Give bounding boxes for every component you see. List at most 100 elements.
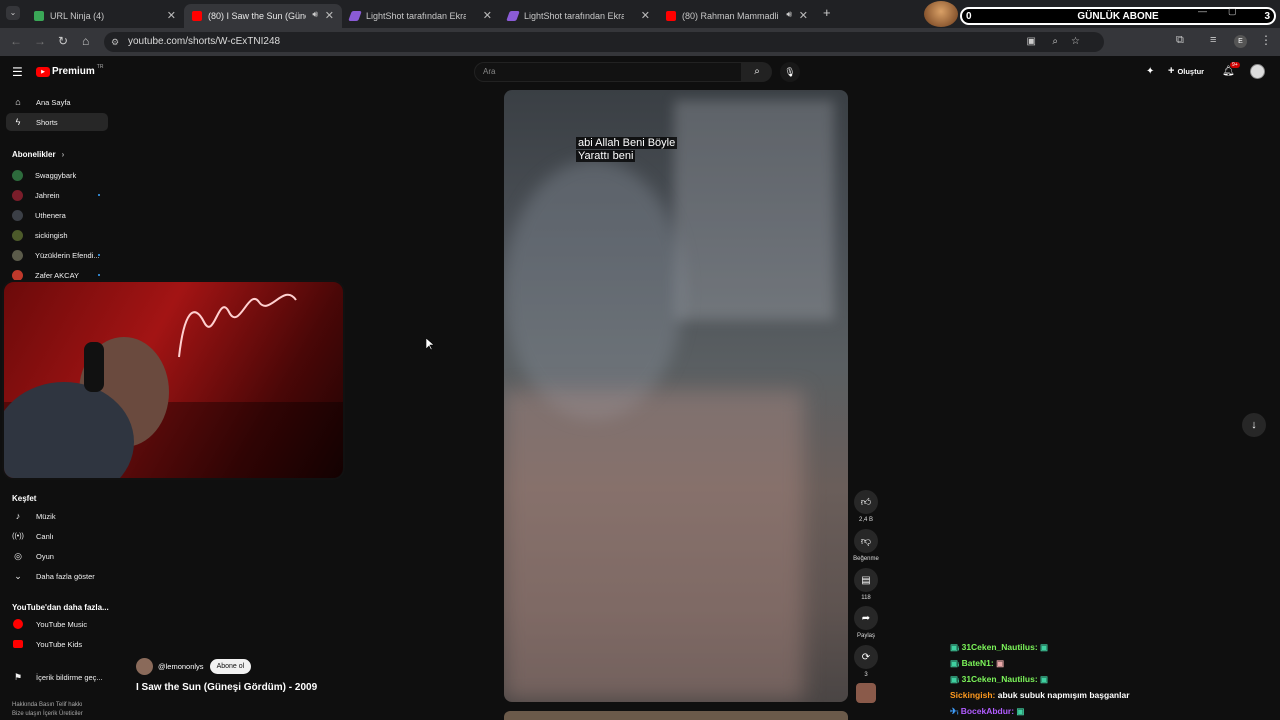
reload-icon[interactable]: ↻ [58, 34, 68, 48]
zoom-icon[interactable]: ⌕ [1052, 32, 1058, 52]
remix-action[interactable]: ⟳ 3 [852, 645, 880, 678]
dislike-action[interactable]: 👎︎ Beğenme [852, 529, 880, 562]
sidebar-item-shorts[interactable]: ϟ Shorts [6, 113, 108, 131]
tab-list-chevron-icon[interactable]: ⌄ [6, 6, 20, 20]
arrow-down-icon: ↓ [1251, 419, 1257, 431]
media-control-icon[interactable]: ≡ [1210, 34, 1216, 46]
sidebar-sub-sickingish[interactable]: sickingish [6, 226, 108, 244]
sidebar-item-label: Zafer AKCAY [35, 270, 80, 280]
region-code: TR [96, 63, 104, 70]
youtube-play-logo-icon: ▶ [36, 66, 50, 77]
shorts-icon: ϟ [15, 117, 21, 127]
video-subtitle: abi Allah Beni Böyle Yarattı beni [576, 137, 678, 163]
thumbs-down-icon[interactable]: 👎︎ [854, 529, 878, 553]
speaker-icon[interactable]: 🔊︎ [312, 9, 318, 20]
tab-url-ninja[interactable]: URL Ninja (4) ✕ [26, 4, 184, 28]
omnibox[interactable]: ⚙ youtube.com/shorts/W-cExTNI248 ▣ ⌕ ☆ [104, 32, 1104, 52]
share-arrow-icon[interactable]: ➦ [854, 606, 878, 630]
sidebar-item-label: Daha fazla göster [36, 571, 95, 581]
minimize-icon[interactable]: — [1198, 6, 1207, 16]
sidebar-item-home[interactable]: ⌂ Ana Sayfa [6, 93, 108, 111]
chat-username: BocekAbdur: [960, 706, 1015, 716]
like-action[interactable]: 👍︎ 2,4 B [852, 490, 880, 523]
sidebar-item-label: İçerik bildirme geç... [36, 672, 103, 682]
tab-rahman-mammadli[interactable]: (80) Rahman Mammadli - Diwan 🔊︎ ✕ [658, 4, 816, 28]
lightshot-favicon-icon [348, 11, 362, 21]
sidebar-item-live[interactable]: ((•)) Canlı [6, 527, 108, 545]
site-settings-icon[interactable]: ⚙ [111, 32, 119, 52]
video-title[interactable]: I Saw the Sun (Güneşi Gördüm) - 2009 [136, 682, 317, 693]
new-tab-plus-icon[interactable]: + [823, 5, 831, 20]
bookmark-star-icon[interactable]: ☆ [1071, 32, 1080, 52]
maximize-icon[interactable]: ▢ [1228, 6, 1237, 17]
footer-links-2[interactable]: Bize ulaşın İçerik Üreticiler [12, 711, 83, 717]
channel-avatar [12, 189, 23, 201]
tab-close-icon[interactable]: ✕ [167, 9, 176, 22]
extensions-icon[interactable]: ⧉ [1176, 34, 1184, 47]
youtube-premium-logo[interactable]: ▶ Premium TR [36, 63, 104, 77]
youtube-kids-icon [12, 638, 24, 650]
subscriptions-heading[interactable]: Abonelikler › [12, 150, 64, 159]
next-short-preview[interactable] [504, 711, 848, 720]
home-icon[interactable]: ⌂ [82, 34, 89, 48]
chat-emote-icon: ▣ [1037, 642, 1049, 652]
shorts-video-player[interactable] [504, 90, 848, 702]
tab-lightshot-2[interactable]: LightShot tarafından Ekran Görüntüsü ✕ [500, 4, 658, 28]
sidebar-sub-jahrein[interactable]: Jahrein [6, 186, 108, 204]
tab-close-icon[interactable]: ✕ [641, 9, 650, 22]
create-button[interactable]: + Oluştur [1168, 65, 1204, 77]
streamer-mascot-icon [924, 1, 958, 27]
profile-avatar-icon[interactable]: E [1234, 35, 1247, 48]
voice-search-button[interactable]: 🎙︎ [780, 62, 800, 82]
account-avatar[interactable] [1250, 64, 1265, 79]
create-label: Oluştur [1177, 66, 1205, 76]
channel-handle[interactable]: @lemononlys [158, 662, 204, 671]
sidebar-item-report-history[interactable]: ⚑ İçerik bildirme geç... [6, 668, 108, 686]
tab-close-icon[interactable]: ✕ [483, 9, 492, 22]
search-button[interactable]: ⌕ [742, 62, 772, 82]
install-app-icon[interactable]: ▣ [1027, 32, 1036, 52]
sidebar-item-gaming[interactable]: ◎ Oyun [6, 547, 108, 565]
sound-thumbnail[interactable] [856, 683, 876, 703]
hamburger-menu-icon[interactable]: ☰ [12, 65, 23, 79]
sidebar-item-label: Uthenera [35, 210, 66, 220]
forward-icon[interactable]: → [34, 34, 46, 48]
subscribe-button[interactable]: Abone ol [209, 659, 252, 674]
chat-emote-icon: ▣ [993, 658, 1005, 668]
channel-avatar[interactable] [136, 658, 153, 675]
share-action[interactable]: ➦ Paylaş [852, 606, 880, 639]
chat-emote-icon: ▣ [1037, 674, 1049, 684]
sidebar-sub-swaggybark[interactable]: Swaggybark [6, 166, 108, 184]
tab-title: LightShot tarafından Ekran Görüntüsü [524, 11, 624, 21]
speaker-icon[interactable]: 🔊︎ [786, 9, 792, 20]
chat-message: ▣ᵢ BateN1: ▣ [950, 658, 1004, 669]
sidebar-item-label: Müzik [36, 511, 56, 521]
search-input[interactable]: Ara [474, 62, 742, 82]
tab-close-icon[interactable]: ✕ [799, 9, 808, 22]
sidebar-item-youtube-music[interactable]: YouTube Music [6, 615, 108, 633]
tab-favicon-icon [34, 11, 44, 21]
streamer-webcam-overlay [2, 280, 345, 480]
back-icon[interactable]: ← [10, 34, 22, 48]
youtube-music-icon [12, 618, 24, 630]
tab-lightshot-1[interactable]: LightShot tarafından Ekran Görüntüsü ✕ [342, 4, 500, 28]
youtube-header: ☰ ▶ Premium TR Ara ⌕ 🎙︎ ✦ + Oluştur 🔔︎ 9… [0, 56, 1280, 90]
next-video-button[interactable]: ↓ [1242, 413, 1266, 437]
sidebar-item-label: Yüzüklerin Efendi... [35, 250, 100, 260]
chat-username: 31Ceken_Nautilus: [961, 674, 1038, 684]
channel-avatar [12, 269, 23, 281]
cast-icon[interactable]: ✦ [1146, 66, 1154, 77]
comment-icon[interactable]: ▤ [854, 568, 878, 592]
sidebar-item-music[interactable]: ♪ Müzik [6, 507, 108, 525]
footer-links-1[interactable]: Hakkında Basın Telif hakkı [12, 702, 83, 708]
tab-youtube-short[interactable]: (80) I Saw the Sun (Güneşi Gördüm) 🔊︎ ✕ [184, 4, 342, 28]
sidebar-sub-uthenera[interactable]: Uthenera [6, 206, 108, 224]
comments-action[interactable]: ▤ 118 [852, 568, 880, 601]
remix-icon[interactable]: ⟳ [854, 645, 878, 669]
tab-close-icon[interactable]: ✕ [325, 9, 334, 22]
sidebar-show-more[interactable]: ⌄ Daha fazla göster [6, 567, 108, 585]
browser-menu-icon[interactable]: ⋮ [1260, 33, 1272, 47]
sidebar-item-youtube-kids[interactable]: YouTube Kids [6, 635, 108, 653]
sidebar-sub-yuzuklerin-efendisi[interactable]: Yüzüklerin Efendi... [6, 246, 108, 264]
thumbs-up-icon[interactable]: 👍︎ [854, 490, 878, 514]
